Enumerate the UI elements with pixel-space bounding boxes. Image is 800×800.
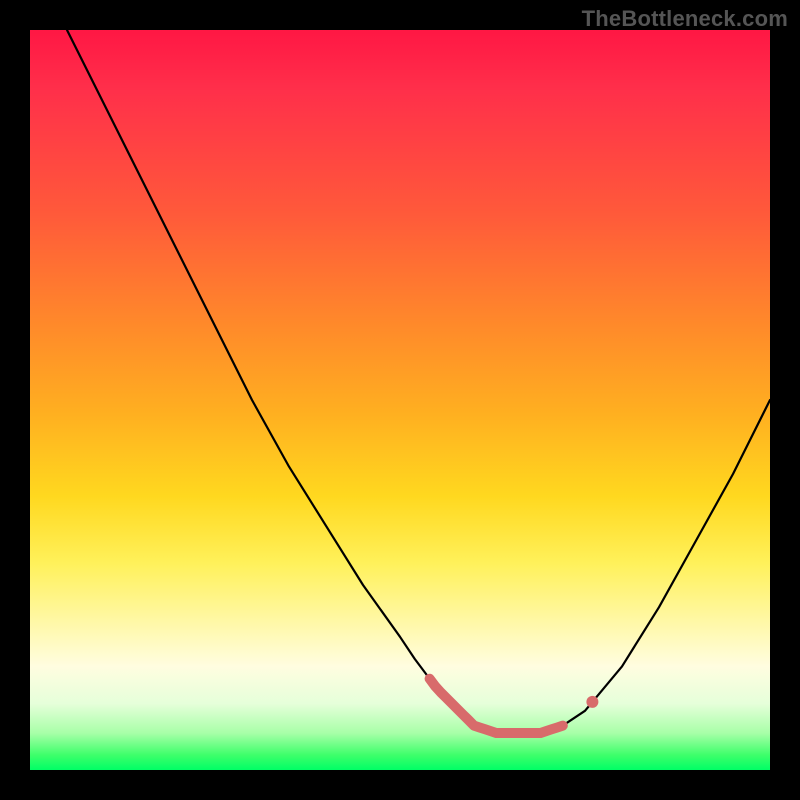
chart-highlight-segment xyxy=(430,679,563,733)
watermark-text: TheBottleneck.com xyxy=(582,6,788,32)
chart-overlay xyxy=(30,30,770,770)
chart-highlight-dot xyxy=(586,696,598,708)
chart-curve xyxy=(67,30,770,733)
chart-frame: TheBottleneck.com xyxy=(0,0,800,800)
